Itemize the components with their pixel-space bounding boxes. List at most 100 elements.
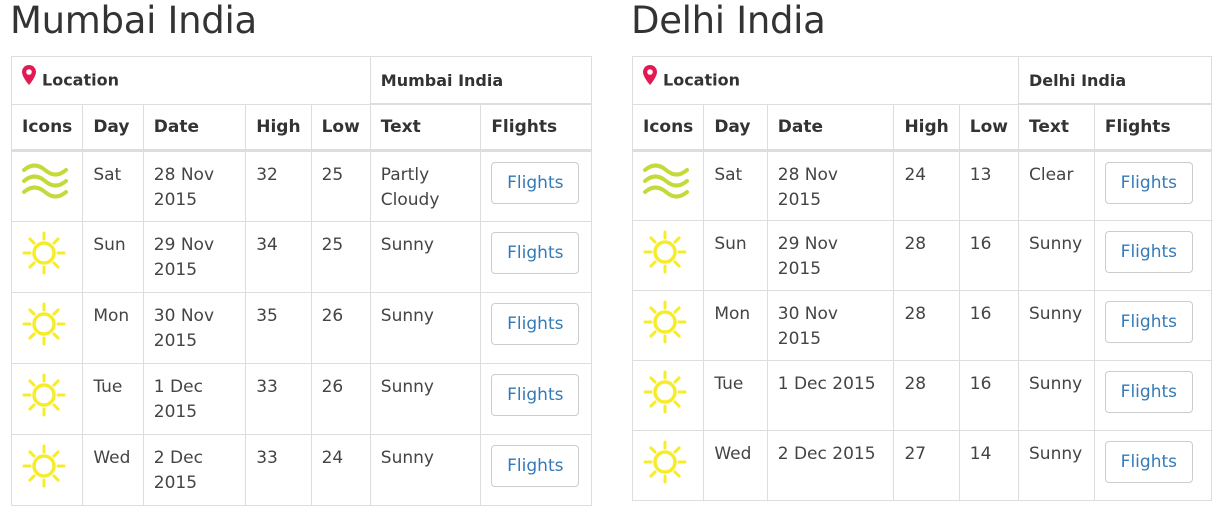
text-cell: Sunny: [369, 292, 482, 364]
date-cell: 2 Dec 2015: [766, 430, 895, 501]
flights-cell: Flights: [1093, 430, 1213, 501]
high-cell: 28: [893, 220, 960, 291]
date-cell: 28 Nov 2015: [766, 150, 895, 221]
location-label-cell: Location: [11, 56, 371, 105]
flights-button[interactable]: Flights: [1104, 231, 1193, 273]
flights-button[interactable]: Flights: [491, 162, 580, 204]
table-row: Mon 30 Nov 2015 28 16 Sunny Flights: [631, 290, 1213, 361]
table-row: Sat 28 Nov 2015 24 13 Clear Flights: [631, 150, 1213, 221]
table-row: Wed 2 Dec 2015 33 24 Sunny Flights: [10, 434, 592, 506]
high-cell: 24: [893, 150, 960, 221]
low-cell: 26: [310, 363, 371, 435]
date-cell: 1 Dec 2015: [766, 360, 895, 431]
day-cell: Wed: [82, 434, 144, 506]
forecast-table-mumbai: Location Mumbai India Icons Day Date Hig…: [10, 56, 593, 506]
low-cell: 24: [310, 434, 371, 506]
col-high: High: [893, 103, 960, 152]
low-cell: 25: [310, 221, 371, 293]
text-cell: Clear: [1018, 150, 1095, 221]
sun-icon: [643, 440, 687, 489]
sun-icon: [643, 300, 687, 349]
weather-icon-cell: [10, 221, 84, 293]
flights-button[interactable]: Flights: [1104, 301, 1193, 343]
date-cell: 2 Dec 2015: [142, 434, 247, 506]
header-row: Icons Day Date High Low Text Flights: [10, 103, 592, 152]
low-cell: 13: [958, 150, 1020, 221]
low-cell: 14: [958, 430, 1020, 501]
day-cell: Sun: [82, 221, 144, 293]
location-label-cell: Location: [632, 56, 1019, 105]
map-pin-icon: [643, 65, 657, 89]
weather-icon-cell: [10, 150, 84, 222]
flights-button[interactable]: Flights: [491, 232, 580, 274]
sun-icon: [22, 302, 66, 351]
sun-icon: [22, 373, 66, 422]
weather-icon-cell: [631, 360, 705, 431]
col-text: Text: [1018, 103, 1095, 152]
low-cell: 16: [958, 290, 1020, 361]
day-cell: Wed: [703, 430, 768, 501]
col-icons: Icons: [631, 103, 705, 152]
col-date: Date: [766, 103, 895, 152]
wind-icon: [643, 163, 689, 206]
header-row: Icons Day Date High Low Text Flights: [631, 103, 1213, 152]
flights-cell: Flights: [1093, 220, 1213, 291]
forecast-rows: Sat 28 Nov 2015 24 13 Clear Flights Sun …: [631, 150, 1213, 501]
flights-cell: Flights: [480, 150, 592, 222]
high-cell: 34: [245, 221, 312, 293]
table-row: Wed 2 Dec 2015 27 14 Sunny Flights: [631, 430, 1213, 501]
day-cell: Sat: [82, 150, 144, 222]
date-cell: 29 Nov 2015: [142, 221, 247, 293]
low-cell: 16: [958, 220, 1020, 291]
day-cell: Sun: [703, 220, 768, 291]
high-cell: 28: [893, 360, 960, 431]
text-cell: Partly Cloudy: [369, 150, 482, 222]
weather-icon-cell: [10, 434, 84, 506]
sun-icon: [643, 370, 687, 419]
day-cell: Tue: [703, 360, 768, 431]
text-cell: Sunny: [369, 363, 482, 435]
col-icons: Icons: [10, 103, 84, 152]
flights-button[interactable]: Flights: [1104, 162, 1193, 204]
weather-icon-cell: [631, 290, 705, 361]
location-value: Delhi India: [1018, 56, 1212, 105]
date-cell: 28 Nov 2015: [142, 150, 247, 222]
weather-icon-cell: [10, 292, 84, 364]
high-cell: 28: [893, 290, 960, 361]
col-flights: Flights: [1093, 103, 1213, 152]
table-row: Sun 29 Nov 2015 28 16 Sunny Flights: [631, 220, 1213, 291]
text-cell: Sunny: [1018, 290, 1095, 361]
weather-icon-cell: [631, 150, 705, 221]
location-row: Location Delhi India: [632, 56, 1212, 105]
location-value: Mumbai India: [369, 56, 593, 105]
weather-icon-cell: [10, 363, 84, 435]
flights-cell: Flights: [1093, 290, 1213, 361]
flights-cell: Flights: [480, 292, 592, 364]
text-cell: Sunny: [1018, 430, 1095, 501]
flights-cell: Flights: [1093, 150, 1213, 221]
location-label: Location: [42, 70, 119, 90]
weather-icon-cell: [631, 220, 705, 291]
col-day: Day: [703, 103, 768, 152]
flights-button[interactable]: Flights: [491, 374, 580, 416]
sun-icon: [22, 231, 66, 280]
flights-button[interactable]: Flights: [491, 445, 580, 487]
text-cell: Sunny: [1018, 220, 1095, 291]
flights-button[interactable]: Flights: [1104, 371, 1193, 413]
flights-button[interactable]: Flights: [491, 303, 580, 345]
date-cell: 30 Nov 2015: [766, 290, 895, 361]
flights-cell: Flights: [480, 221, 592, 293]
forecast-rows: Sat 28 Nov 2015 32 25 Partly Cloudy Flig…: [10, 150, 592, 506]
high-cell: 33: [245, 434, 312, 506]
table-row: Sun 29 Nov 2015 34 25 Sunny Flights: [10, 221, 592, 293]
map-pin-icon: [22, 65, 36, 89]
location-label: Location: [663, 70, 740, 90]
low-cell: 26: [310, 292, 371, 364]
day-cell: Mon: [703, 290, 768, 361]
location-row: Location Mumbai India: [11, 56, 593, 105]
table-row: Mon 30 Nov 2015 35 26 Sunny Flights: [10, 292, 592, 364]
low-cell: 25: [310, 150, 371, 222]
day-cell: Tue: [82, 363, 144, 435]
flights-button[interactable]: Flights: [1104, 441, 1193, 483]
city-title: Mumbai India: [10, 0, 257, 42]
